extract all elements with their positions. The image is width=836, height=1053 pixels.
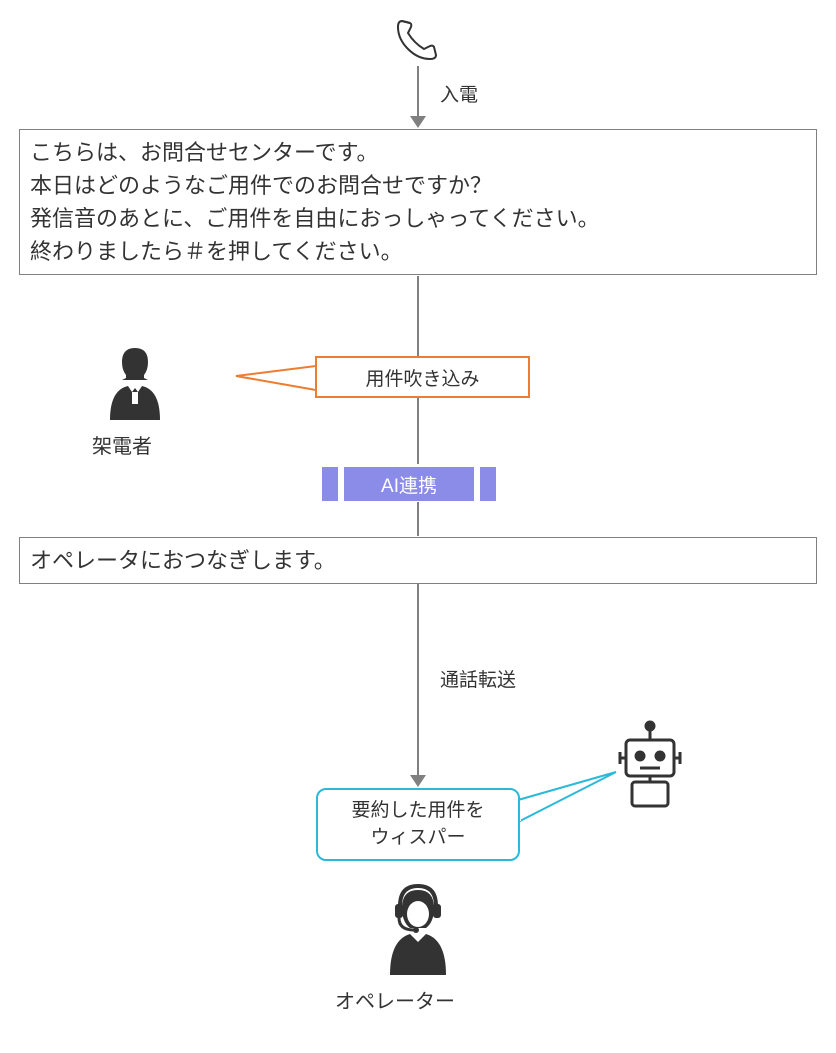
transfer-box: オペレータにおつなぎします。	[19, 537, 817, 584]
operator-label: オペレーター	[335, 985, 455, 1014]
caller-label: 架電者	[92, 430, 152, 459]
ai-link-box: AI連携	[322, 467, 496, 501]
arrow-1-head	[410, 116, 426, 128]
arrow-4-head	[410, 775, 426, 787]
incoming-label: 入電	[440, 80, 478, 107]
callout-request-text: 用件吹き込み	[365, 364, 479, 391]
callout-whisper-line-1: 要約した用件を	[322, 798, 514, 825]
arrow-1-line	[417, 66, 419, 116]
robot-icon	[610, 720, 690, 810]
phone-icon	[390, 15, 440, 65]
transfer-label: 通話転送	[440, 665, 516, 692]
greeting-box: こちらは、お問合せセンターです。 本日はどのようなご用件でのお問合せですか？ 発…	[19, 129, 817, 275]
greeting-line-2: 本日はどのようなご用件でのお問合せですか？	[30, 169, 806, 202]
callout-request: 用件吹き込み	[315, 356, 530, 398]
greeting-line-4: 終わりましたら＃を押してください。	[30, 235, 806, 268]
arrow-4-line	[417, 584, 419, 775]
arrow-3-line	[417, 502, 419, 536]
operator-icon	[378, 880, 458, 975]
greeting-line-3: 発信音のあとに、ご用件を自由におっしゃってください。	[30, 202, 806, 235]
ai-side-right	[480, 467, 496, 501]
callout-whisper-line-2: ウィスパー	[322, 825, 514, 852]
callout-whisper: 要約した用件を ウィスパー	[316, 788, 520, 861]
transfer-box-text: オペレータにおつなぎします。	[30, 548, 336, 573]
caller-icon	[100, 340, 170, 420]
ai-main-label: AI連携	[344, 467, 474, 501]
ai-side-left	[322, 467, 338, 501]
greeting-line-1: こちらは、お問合せセンターです。	[30, 136, 806, 169]
callout-orange-tail	[232, 356, 318, 406]
